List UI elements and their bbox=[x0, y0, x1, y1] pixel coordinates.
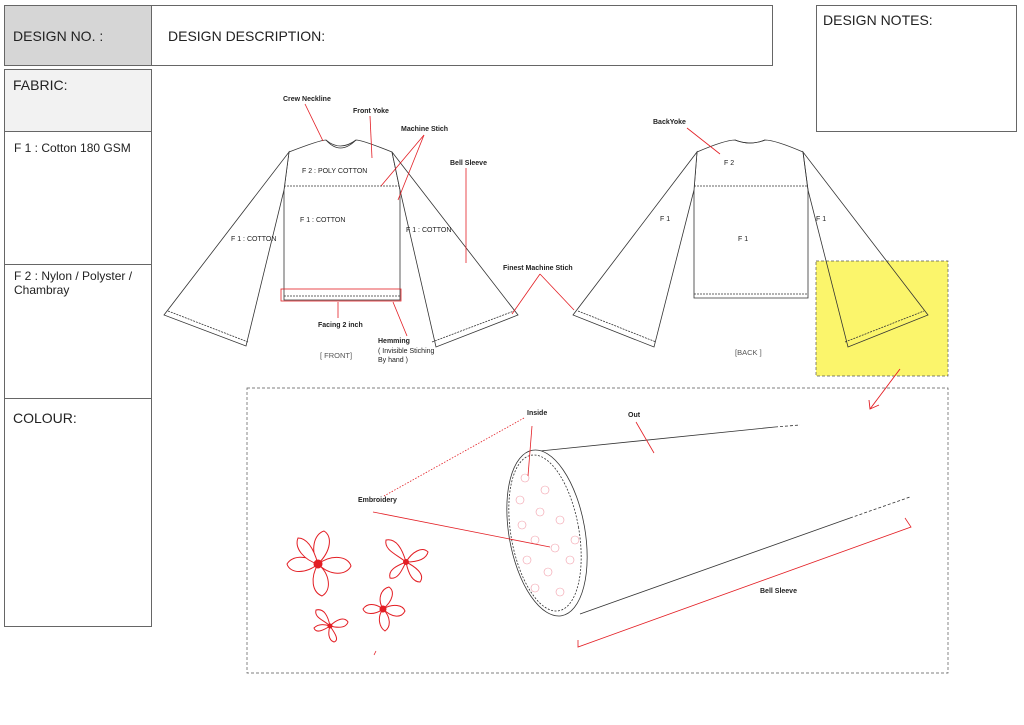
finest-machine-stich-label: Finest Machine Stich bbox=[503, 265, 573, 272]
sleeve-detail-box bbox=[246, 387, 949, 674]
hemming-note-1: ( Invisible Stiching bbox=[378, 348, 435, 355]
inside-label: Inside bbox=[527, 410, 547, 417]
back-body-fabric-tag: F 1 bbox=[738, 236, 748, 243]
hibiscus-flower-small bbox=[313, 609, 349, 643]
tech-pack-drawing: Crew Neckline Front Yoke Machine Stich B… bbox=[163, 96, 949, 674]
front-yoke-label: Front Yoke bbox=[353, 108, 389, 115]
hibiscus-flower-medium bbox=[362, 586, 406, 632]
facing-label: Facing 2 inch bbox=[318, 322, 363, 329]
crew-neckline-label: Crew Neckline bbox=[283, 96, 331, 103]
back-yoke-fabric-tag: F 2 bbox=[724, 160, 734, 167]
back-right-sleeve-fabric-tag: F 1 bbox=[816, 216, 826, 223]
front-body-fabric-tag: F 1 : COTTON bbox=[300, 217, 345, 224]
front-right-sleeve-fabric-tag: F 1 : COTTON bbox=[406, 227, 451, 234]
hibiscus-flower-large bbox=[286, 530, 352, 597]
out-label: Out bbox=[628, 412, 641, 419]
bell-sleeve-label: Bell Sleeve bbox=[450, 160, 487, 167]
flower-stem-mark bbox=[373, 650, 377, 656]
detail-bell-sleeve-label: Bell Sleeve bbox=[760, 588, 797, 595]
machine-stich-label: Machine Stich bbox=[401, 126, 448, 133]
front-yoke-fabric-tag: F 2 : POLY COTTON bbox=[302, 168, 367, 175]
hibiscus-flower-side bbox=[385, 539, 429, 583]
sleeve-detail-highlight bbox=[815, 260, 949, 377]
front-view-label: [ FRONT] bbox=[320, 351, 352, 360]
back-view-label: [BACK ] bbox=[735, 348, 762, 357]
hemming-note-2: By hand ) bbox=[378, 357, 408, 364]
hemming-label: Hemming bbox=[378, 338, 410, 345]
back-yoke-label: BackYoke bbox=[653, 119, 686, 126]
front-left-sleeve-fabric-tag: F 1 : COTTON bbox=[231, 236, 276, 243]
bell-sleeve-cone bbox=[506, 424, 911, 617]
embroidery-label: Embroidery bbox=[358, 497, 397, 504]
back-left-sleeve-fabric-tag: F 1 bbox=[660, 216, 670, 223]
detail-callouts bbox=[372, 417, 912, 648]
